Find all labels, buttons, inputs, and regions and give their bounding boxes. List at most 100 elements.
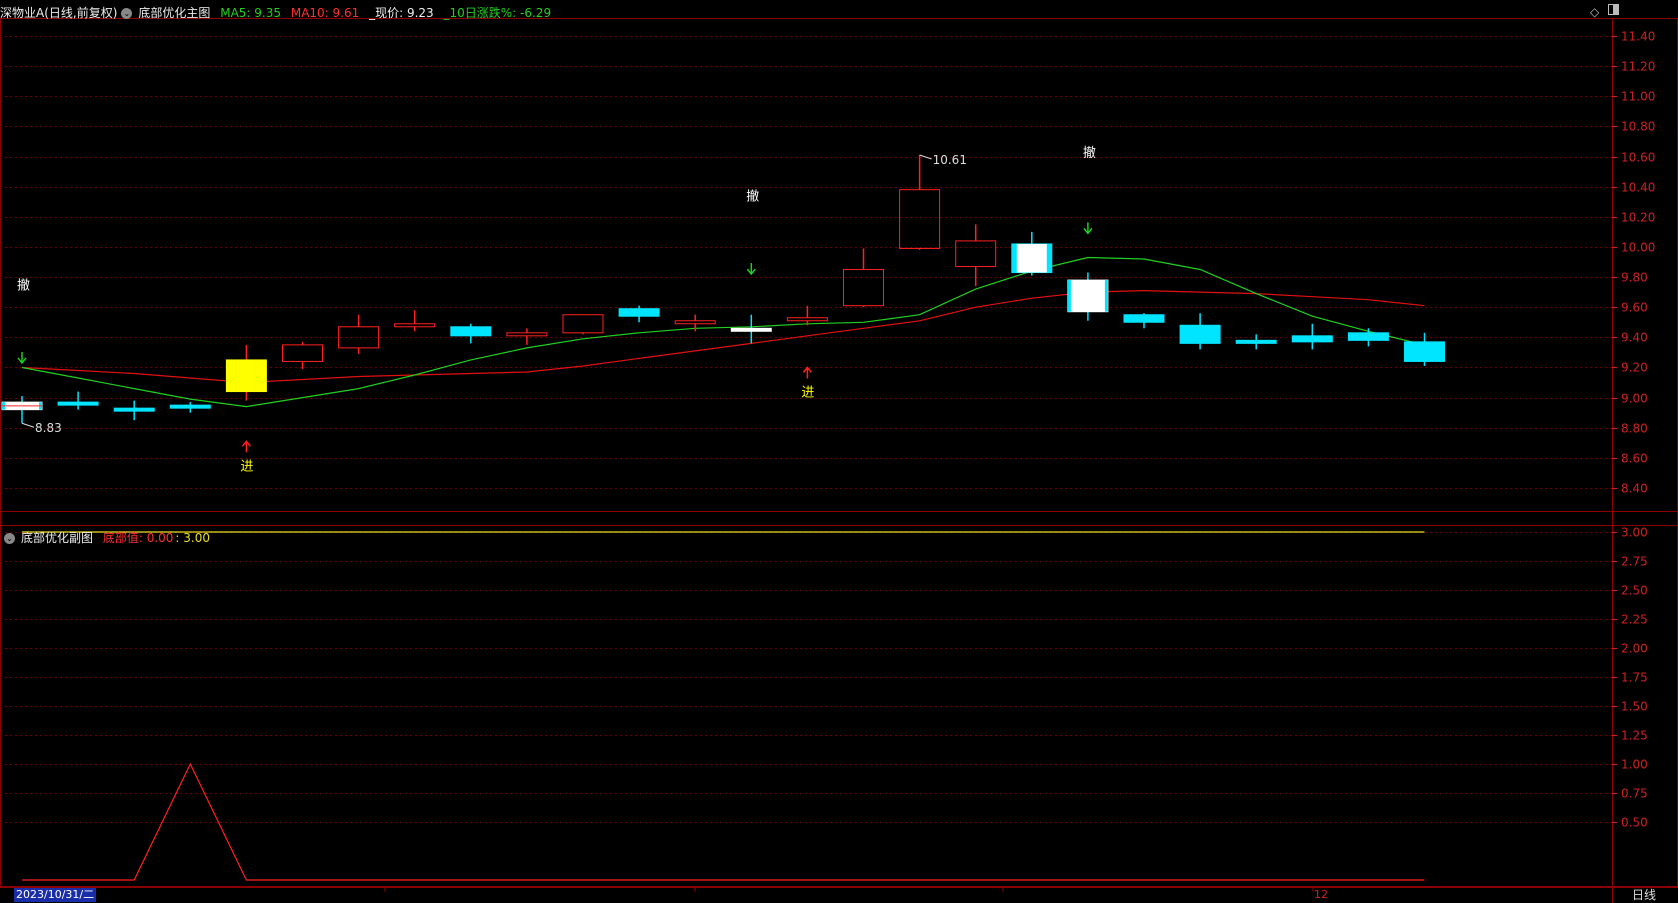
- candle: [1235, 334, 1277, 350]
- candle-body: [225, 359, 267, 393]
- outer-border: [0, 18, 1678, 887]
- price-tick-label: 10.40: [1621, 181, 1655, 195]
- candle: [506, 328, 548, 345]
- candle-body: [450, 326, 492, 337]
- candle: [450, 323, 492, 344]
- price-tick-label: 9.80: [1621, 271, 1648, 285]
- candle: [899, 155, 941, 250]
- enter-signal-label: 进: [240, 459, 253, 474]
- candle-body: [899, 189, 941, 249]
- price-tick-label: 11.40: [1621, 30, 1655, 44]
- main-price-axis: 8.40 8.60 8.80 9.00 9.20 9.40 9.60 9.80 10.00 10.…: [1612, 30, 1655, 496]
- candle-body: [394, 323, 436, 328]
- indicator-menu-icon[interactable]: ⌄: [121, 8, 133, 19]
- candle-body: [618, 308, 660, 317]
- high-price-marker: 10.61: [919, 153, 967, 167]
- candle: [674, 314, 716, 332]
- value-tick-label: 1.75: [1621, 671, 1648, 685]
- main-indicator-name[interactable]: 底部优化主图: [138, 6, 210, 20]
- candle: [338, 314, 380, 354]
- candle: [955, 224, 997, 287]
- candle: [225, 344, 267, 401]
- candle-inner: [1016, 243, 1047, 273]
- value-tick-label: 0.75: [1621, 787, 1648, 801]
- value-tick-label: 0.50: [1621, 816, 1648, 830]
- bottom-value: 底部值: 0.00: [102, 531, 174, 545]
- candle: [1291, 323, 1333, 350]
- value-tick-label: 2.00: [1621, 642, 1648, 656]
- month-label: 12: [1314, 888, 1328, 901]
- value-tick-label: 1.50: [1621, 700, 1648, 714]
- price-tick-label: 8.40: [1621, 482, 1648, 496]
- candle: [57, 391, 99, 410]
- sub-value-axis: 0.50 0.75 1.00 1.25 1.50 1.75 2.00 2.25 2.50 2.75…: [1612, 526, 1648, 830]
- candle: [562, 314, 604, 335]
- price-tick-label: 9.20: [1621, 361, 1648, 375]
- value-tick-label: 1.25: [1621, 729, 1648, 743]
- candle: [1067, 272, 1109, 321]
- candle: [843, 248, 884, 308]
- candle-body: [169, 404, 211, 409]
- exit-arrow-icon: [17, 351, 27, 365]
- period-label[interactable]: 日线: [1632, 887, 1656, 903]
- exit-arrow-icon: [1083, 222, 1093, 235]
- ma5-value: MA5: 9.35: [220, 6, 282, 20]
- ten-day-change: _10日涨跌%: -6.29: [443, 6, 552, 20]
- candle: [1179, 313, 1221, 350]
- price-tick-label: 8.60: [1621, 452, 1648, 466]
- candlesticks: [1, 155, 1445, 424]
- sub-indicator-name[interactable]: 底部优化副图: [21, 531, 93, 545]
- price-tick-label: 10.80: [1621, 120, 1655, 134]
- price-tick-label: 8.80: [1621, 422, 1648, 436]
- candle-body: [1291, 335, 1333, 343]
- sub-indicator-lines: [22, 531, 1425, 881]
- stock-title[interactable]: 深物业A(日线,前复权): [0, 6, 117, 20]
- candle: [786, 305, 828, 326]
- low-price-marker: 8.83: [21, 421, 62, 435]
- candle-body: [1235, 339, 1277, 344]
- stock-chart[interactable]: 8.40 8.60 8.80 9.00 9.20 9.40 9.60 9.80 10.00 10.…: [0, 0, 1678, 903]
- low-price-label: 8.83: [35, 421, 62, 435]
- candle: [618, 305, 660, 323]
- candle-edge: [1067, 280, 1071, 312]
- ma10-value: MA10: 9.61: [290, 6, 360, 20]
- sub-indicator-menu-icon[interactable]: ⌄: [4, 533, 15, 544]
- price-tick-label: 9.00: [1621, 392, 1648, 406]
- candle-body: [1404, 341, 1445, 362]
- enter-arrow-icon: [241, 440, 251, 453]
- value-tick-label: 2.25: [1621, 613, 1648, 627]
- candle-body: [113, 407, 155, 412]
- sub-chart-header: ⌄ 底部优化副图 底部值: 0.00: 3.00: [0, 530, 216, 546]
- price-tick-label: 10.00: [1621, 241, 1655, 255]
- main-chart-header: 深物业A(日线,前复权) ⌄ 底部优化主图 MA5: 9.35 MA10: 9.61…: [0, 5, 557, 21]
- candle-body: [674, 320, 716, 325]
- candle: [730, 314, 772, 344]
- signal-annotations: 撤 8.83 进 撤进 10.61 撤: [17, 145, 1096, 474]
- exit-signal-label: 撤: [17, 278, 30, 294]
- candle: [1, 396, 43, 424]
- price-tick-label: 9.40: [1621, 331, 1648, 345]
- price-tick-label: 10.20: [1621, 211, 1655, 225]
- candle-edge: [1104, 280, 1108, 312]
- candle-body: [282, 344, 323, 362]
- value-tick-label: 2.50: [1621, 584, 1648, 598]
- marker-line: [21, 422, 35, 428]
- candle: [1347, 328, 1389, 347]
- window-toggle-icon[interactable]: [1608, 4, 1619, 18]
- enter-signal-label: 进: [801, 386, 814, 401]
- exit-arrow-icon: [746, 263, 756, 276]
- candle: [113, 400, 155, 421]
- exit-signal-label: 撤: [1083, 145, 1096, 161]
- diamond-icon[interactable]: ◇: [1590, 5, 1599, 19]
- candle: [282, 341, 323, 369]
- candle-body: [786, 317, 828, 322]
- candle-body: [1067, 279, 1109, 313]
- candle-body: [57, 401, 99, 406]
- candle-body: [843, 269, 884, 307]
- current-price: _现价: 9.23: [369, 6, 434, 20]
- price-tick-label: 10.60: [1621, 151, 1655, 165]
- bottom-value-line: [22, 762, 1425, 881]
- candle-body: [562, 314, 604, 334]
- candle: [169, 402, 211, 413]
- high-price-label: 10.61: [933, 153, 967, 167]
